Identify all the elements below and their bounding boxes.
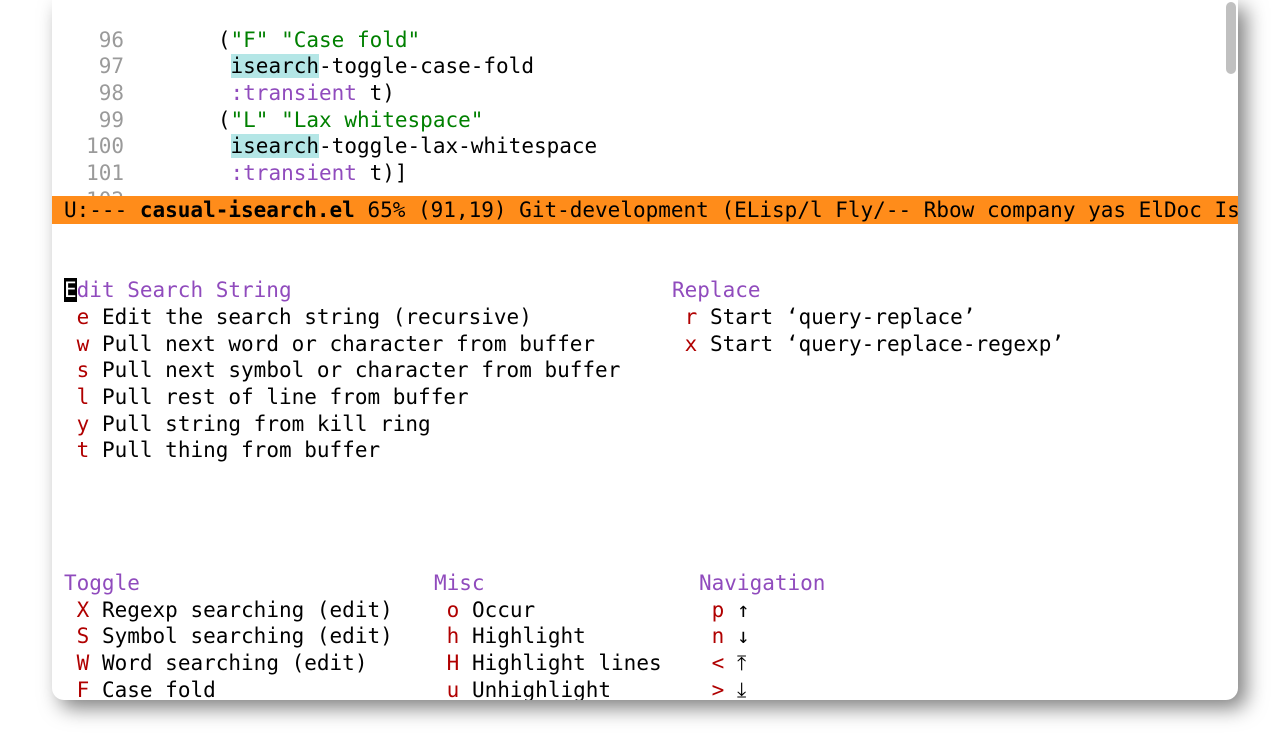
down-arrow-icon[interactable]: ↓ bbox=[737, 624, 750, 648]
menu-desc[interactable]: Pull thing from buffer bbox=[102, 438, 380, 462]
line-number: 99 bbox=[52, 107, 142, 134]
scrollbar[interactable] bbox=[1226, 2, 1236, 74]
menu-desc[interactable]: Start ‘query-replace’ bbox=[710, 305, 976, 329]
menu-key[interactable]: X bbox=[77, 598, 90, 622]
up-arrow-icon[interactable]: ↑ bbox=[737, 598, 750, 622]
menu-key[interactable]: p bbox=[712, 598, 725, 622]
menu-desc[interactable]: Pull next symbol or character from buffe… bbox=[102, 358, 620, 382]
section-heading-misc: Misc bbox=[434, 571, 485, 595]
line-number: 96 bbox=[52, 27, 142, 54]
editor-window: 96 ("F" "Case fold" 97 isearch-toggle-ca… bbox=[52, 0, 1238, 700]
line-number: 101 bbox=[52, 160, 142, 187]
menu-key[interactable]: y bbox=[77, 412, 90, 436]
section-heading-replace: Replace bbox=[672, 278, 761, 302]
modeline-position: (91,19) bbox=[418, 198, 507, 222]
menu-desc[interactable]: Word searching (edit) bbox=[102, 651, 368, 675]
menu-key[interactable]: F bbox=[77, 678, 90, 701]
search-match: isearch bbox=[231, 54, 320, 78]
menu-key[interactable]: s bbox=[77, 358, 90, 382]
modeline-modes: Git-development (ELisp/l Fly/-- Rbow com… bbox=[507, 198, 1238, 222]
buffer-name: casual-isearch.el bbox=[140, 198, 355, 222]
string-literal: "F" bbox=[231, 28, 269, 52]
menu-key[interactable]: l bbox=[77, 385, 90, 409]
menu-key[interactable]: u bbox=[447, 678, 460, 701]
line-number: 97 bbox=[52, 53, 142, 80]
line-number: 102 bbox=[52, 187, 142, 196]
menu-desc[interactable]: Pull string from kill ring bbox=[102, 412, 431, 436]
menu-key[interactable]: W bbox=[77, 651, 90, 675]
menu-key[interactable]: e bbox=[77, 305, 90, 329]
keyword: :transient bbox=[231, 161, 357, 185]
section-heading-nav: Navigation bbox=[699, 571, 825, 595]
menu-key[interactable]: t bbox=[77, 438, 90, 462]
menu-key[interactable]: H bbox=[447, 651, 460, 675]
line-number: 100 bbox=[52, 133, 142, 160]
menu-desc[interactable]: Unhighlight bbox=[472, 678, 611, 701]
modeline[interactable]: U:--- casual-isearch.el 65% (91,19) Git-… bbox=[52, 196, 1238, 224]
menu-desc[interactable]: Start ‘query-replace-regexp’ bbox=[710, 332, 1064, 356]
cursor: E bbox=[64, 278, 77, 302]
menu-desc[interactable]: Pull rest of line from buffer bbox=[102, 385, 469, 409]
menu-key[interactable]: S bbox=[77, 624, 90, 648]
menu-key[interactable]: w bbox=[77, 332, 90, 356]
down-bar-arrow-icon[interactable]: ⤓ bbox=[737, 678, 746, 701]
menu-key[interactable]: r bbox=[685, 305, 698, 329]
section-heading-toggle: Toggle bbox=[64, 571, 140, 595]
menu-key[interactable]: n bbox=[712, 624, 725, 648]
menu-key[interactable]: < bbox=[712, 651, 725, 675]
line-number: 98 bbox=[52, 80, 142, 107]
menu-desc[interactable]: Case fold bbox=[102, 678, 216, 701]
menu-desc[interactable]: Regexp searching (edit) bbox=[102, 598, 393, 622]
up-bar-arrow-icon[interactable]: ⤒ bbox=[737, 651, 746, 675]
string-literal: "Lax whitespace" bbox=[281, 108, 483, 132]
menu-desc[interactable]: Highlight bbox=[472, 624, 586, 648]
menu-key[interactable]: > bbox=[712, 678, 725, 701]
menu-desc[interactable]: Edit the search string (recursive) bbox=[102, 305, 532, 329]
transient-menu: Edit Search String e Edit the search str… bbox=[52, 224, 1238, 700]
menu-key[interactable]: x bbox=[685, 332, 698, 356]
search-match: isearch bbox=[231, 134, 320, 158]
menu-desc[interactable]: Highlight lines bbox=[472, 651, 662, 675]
string-literal: "Case fold" bbox=[281, 28, 420, 52]
menu-desc[interactable]: Pull next word or character from buffer bbox=[102, 332, 595, 356]
menu-key[interactable]: h bbox=[447, 624, 460, 648]
modeline-percent: 65% bbox=[355, 198, 418, 222]
section-heading-edit: Edit Search String bbox=[64, 278, 292, 302]
code-buffer[interactable]: 96 ("F" "Case fold" 97 isearch-toggle-ca… bbox=[52, 0, 1238, 196]
string-literal: "L" bbox=[231, 108, 269, 132]
modeline-status: U:--- bbox=[64, 198, 140, 222]
keyword: :transient bbox=[231, 81, 357, 105]
menu-desc[interactable]: Occur bbox=[472, 598, 535, 622]
menu-key[interactable]: o bbox=[447, 598, 460, 622]
menu-desc[interactable]: Symbol searching (edit) bbox=[102, 624, 393, 648]
